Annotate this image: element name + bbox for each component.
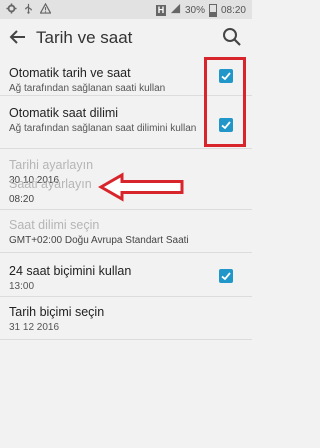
battery-icon: [208, 4, 217, 17]
setting-select-time-zone: Saat dilimi seçin GMT+02:00 Doğu Avrupa …: [0, 209, 252, 253]
setting-title: Saat dilimi seçin: [9, 218, 100, 232]
checkbox-highlight-box: [204, 57, 246, 147]
signal-bars-icon: [170, 3, 181, 18]
setting-subtitle: 13:00: [9, 281, 35, 292]
h-network-icon: H: [155, 5, 166, 16]
setting-24-hour-format[interactable]: 24 saat biçimini kullan 13:00: [0, 252, 252, 296]
settings-gear-icon: [6, 3, 17, 18]
setting-title: Otomatik saat dilimi: [9, 106, 119, 120]
setting-title: Otomatik tarih ve saat: [9, 66, 131, 80]
setting-title: 24 saat biçimini kullan: [9, 264, 132, 278]
setting-subtitle: 31 12 2016: [9, 322, 60, 333]
annotation-arrow-icon: [97, 172, 186, 207]
page-title: Tarih ve saat: [36, 28, 133, 47]
battery-percent: 30%: [184, 4, 205, 16]
app-bar: Tarih ve saat: [0, 19, 252, 57]
setting-subtitle: GMT+02:00 Doğu Avrupa Standart Saati: [9, 235, 189, 246]
warning-icon: [39, 2, 52, 18]
status-time: 08:20: [220, 4, 246, 16]
setting-subtitle: Ağ tarafından sağlanan saat dilimini kul…: [9, 123, 197, 134]
status-bar: H 30% 08:20: [0, 0, 252, 19]
24-hour-format-checkbox[interactable]: [219, 269, 233, 283]
arrow-left-icon[interactable]: [6, 25, 30, 49]
search-icon[interactable]: [220, 25, 244, 49]
usb-icon: [23, 3, 34, 18]
setting-title: Tarih biçimi seçin: [9, 305, 105, 319]
setting-subtitle: Ağ tarafından sağlanan saati kullan: [9, 83, 166, 94]
setting-date-format[interactable]: Tarih biçimi seçin 31 12 2016: [0, 296, 252, 340]
